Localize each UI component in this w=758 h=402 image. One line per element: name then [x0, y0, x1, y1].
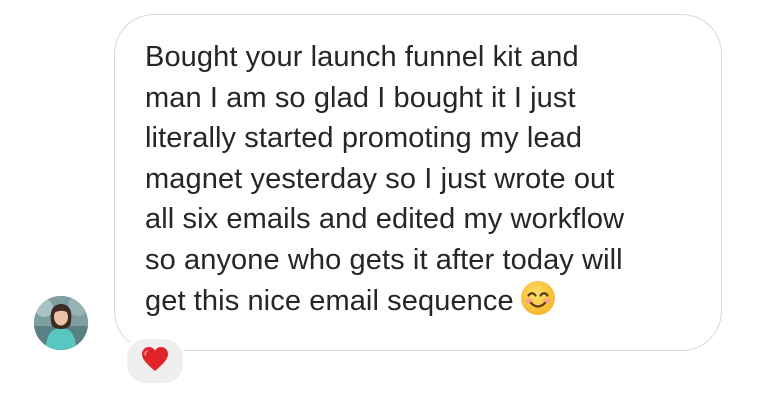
message-line: so anyone who gets it after today will [145, 243, 623, 276]
red-heart-icon [141, 346, 169, 377]
message-line: literally started promoting my lead [145, 122, 583, 154]
message-line: man I am so glad I bought it I just [145, 81, 576, 114]
message-line: Bought your launch funnel kit and [145, 41, 579, 73]
sender-avatar[interactable] [34, 296, 88, 350]
chat-thread: Bought your launch funnel kit and man I … [0, 0, 758, 402]
message-line: magnet yesterday so I just wrote out [145, 162, 615, 195]
reaction-badge[interactable] [124, 336, 186, 386]
message-line-last: get this nice email sequence [145, 280, 705, 328]
message-line: all six emails and edited my workflow [145, 203, 625, 235]
smiling-face-with-smiling-eyes-icon [520, 280, 556, 328]
avatar-photo [34, 296, 88, 350]
message-line-text: get this nice email sequence [145, 285, 514, 317]
message-text: Bought your launch funnel kit and man I … [145, 37, 705, 328]
